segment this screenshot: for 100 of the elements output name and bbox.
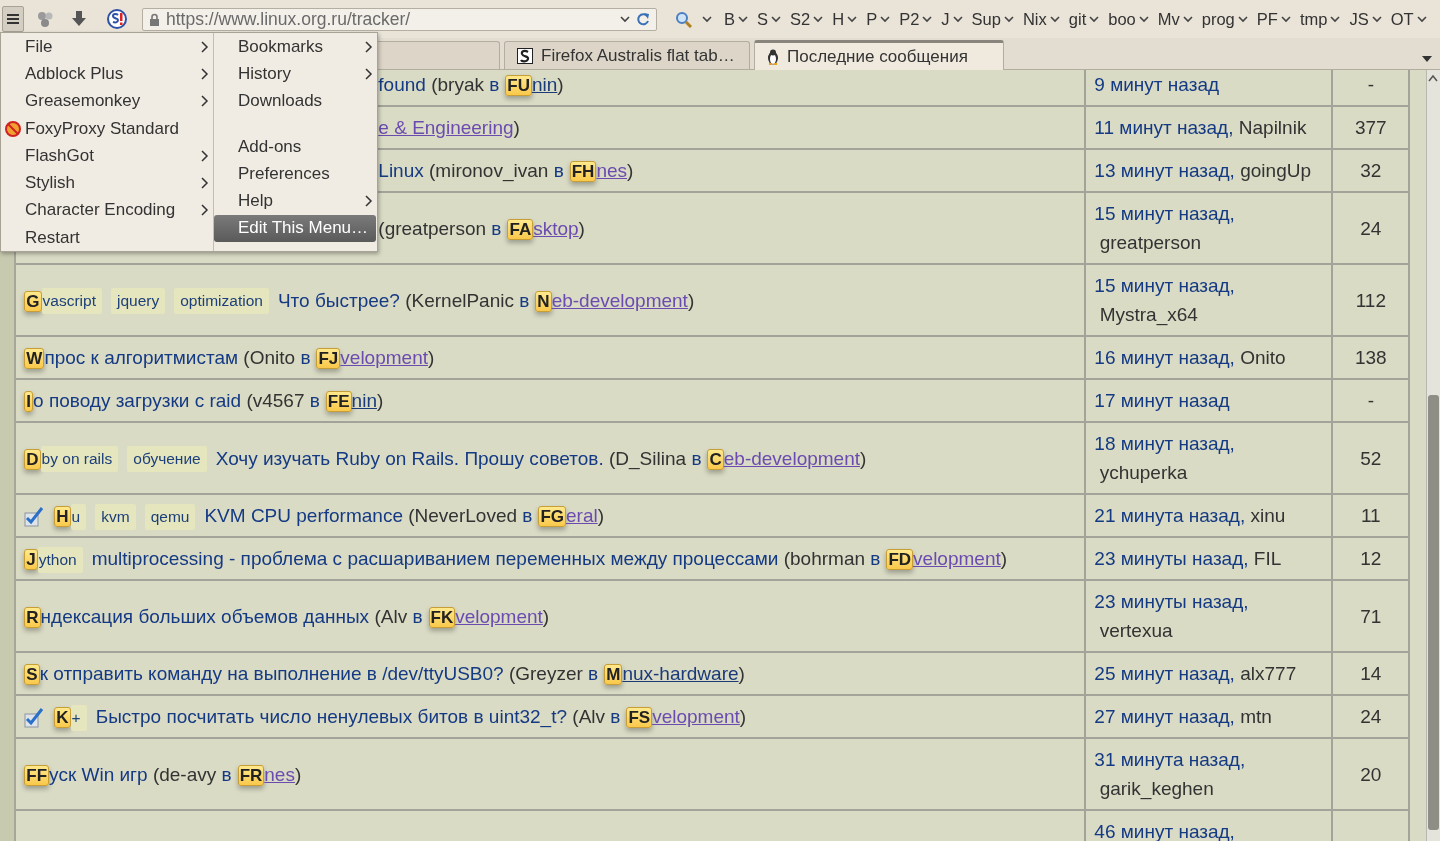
time-link[interactable]: 23 минуты назад, [1094, 548, 1249, 569]
scroll-up-icon[interactable] [1428, 74, 1439, 82]
tag[interactable]: qemu [144, 504, 196, 530]
tag[interactable]: + [70, 705, 87, 731]
tag[interactable]: u [70, 504, 87, 530]
hint-label[interactable]: FE [325, 391, 352, 413]
time-link[interactable]: 23 минуты назад, [1094, 591, 1249, 612]
bookmark-folder[interactable]: git [1068, 9, 1100, 29]
hint-label[interactable]: FR [237, 765, 265, 786]
hint-label[interactable]: K [54, 707, 71, 729]
section-link[interactable]: velopment [340, 347, 428, 368]
tab[interactable]: Последние сообщения [754, 40, 1004, 70]
menu-item[interactable]: Bookmarks [214, 33, 377, 61]
hint-label[interactable]: C [707, 449, 724, 470]
bookmark-folder[interactable]: S [757, 9, 782, 29]
menu-item[interactable]: Adblock Plus [1, 60, 213, 88]
menu-item[interactable]: Restart [1, 224, 213, 252]
topic-link[interactable]: KVM CPU performance [204, 505, 403, 526]
hint-label[interactable]: FU [505, 75, 532, 97]
time-link[interactable]: 16 минут назад, [1094, 347, 1235, 368]
hint-label[interactable]: J [24, 549, 38, 571]
hint-label[interactable]: H [54, 506, 71, 528]
bookmark-folder[interactable]: J [941, 9, 963, 29]
hint-label[interactable]: FA [507, 219, 534, 240]
topic-link[interactable]: found [378, 74, 426, 95]
topic-link[interactable]: Linux [378, 160, 424, 181]
menu-item[interactable]: Edit This Menu… [214, 214, 376, 243]
hint-label[interactable]: FD [886, 549, 914, 571]
section-link[interactable]: eb-development [551, 289, 688, 311]
bookmark-folder[interactable]: JS [1349, 9, 1382, 29]
hint-label[interactable]: FK [428, 607, 456, 628]
menu-item[interactable]: Stylish [1, 169, 213, 197]
hint-label[interactable]: W [24, 348, 45, 370]
time-link[interactable]: 11 минут назад, [1094, 117, 1234, 138]
bookmark-folder[interactable]: Mv [1157, 9, 1193, 29]
topic-link[interactable]: уск Win игр [49, 763, 148, 785]
hint-label[interactable]: FH [569, 161, 597, 183]
menu-item[interactable]: File [1, 33, 213, 61]
hint-label[interactable]: FF [24, 765, 50, 786]
bookmark-folder[interactable]: prog [1201, 9, 1248, 29]
topic-link[interactable]: Хочу изучать Ruby on Rails. Прошу советов. [215, 447, 604, 469]
hint-label[interactable]: M [604, 664, 623, 686]
tag[interactable]: by on rails [40, 446, 119, 473]
tag[interactable]: обучение [127, 446, 207, 473]
tag[interactable]: kvm [95, 504, 136, 530]
time-link[interactable]: 18 минут назад, [1094, 433, 1235, 454]
topic-link[interactable]: к отправить команду на выполнение в /dev/ttyUSB0? [39, 663, 504, 684]
time-link[interactable]: 15 минут назад, [1094, 203, 1235, 224]
menu-item[interactable]: Character Encoding [1, 196, 213, 225]
bookmark-folder[interactable]: PF [1256, 9, 1291, 29]
section-link[interactable]: velopment [455, 605, 543, 627]
bookmark-folder[interactable]: Sup [971, 9, 1014, 29]
menu-item[interactable]: Add-ons [214, 132, 377, 161]
menu-button[interactable] [2, 6, 24, 32]
bookmark-folder[interactable]: boo [1108, 9, 1149, 29]
search-button[interactable] [675, 10, 712, 28]
menu-item[interactable]: FoxyProxy Standard [1, 114, 213, 143]
time-link[interactable]: 31 минута назад, [1094, 749, 1246, 770]
section-link[interactable]: velopment [913, 548, 1001, 569]
section-link[interactable]: eb-development [723, 447, 860, 469]
section-link[interactable]: sktop [533, 217, 579, 239]
time-link[interactable]: 9 минут назад [1094, 74, 1220, 95]
time-link[interactable]: 27 минут назад, [1094, 706, 1235, 727]
hint-label[interactable]: I [24, 391, 34, 413]
hint-label[interactable]: G [24, 291, 42, 312]
section-link[interactable]: nin [532, 74, 558, 95]
address-field[interactable]: https://www.linux.org.ru/tracker/ [142, 7, 657, 31]
topic-link[interactable]: Быстро посчитать число ненулевых битов в uint32_t? [95, 706, 568, 727]
hint-label[interactable]: D [24, 449, 41, 470]
bookmark-folder[interactable]: S2 [790, 9, 824, 29]
tag[interactable]: ython [37, 547, 83, 573]
bookmark-folder[interactable]: OT [1390, 9, 1427, 29]
time-link[interactable]: 21 минута назад, [1094, 505, 1246, 526]
bookmark-folder[interactable]: B [724, 9, 748, 29]
section-link[interactable]: eral [566, 505, 598, 526]
hint-label[interactable]: S [24, 664, 40, 686]
menu-item[interactable]: Preferences [214, 160, 377, 188]
hint-label[interactable]: R [24, 607, 41, 628]
section-link[interactable]: nin [351, 390, 377, 411]
time-link[interactable]: 15 минут назад, [1094, 275, 1235, 296]
tag[interactable]: vascript [41, 288, 102, 315]
section-link[interactable]: nux-hardware [622, 663, 739, 684]
time-link[interactable]: 25 минут назад, [1094, 663, 1235, 684]
topic-link[interactable]: прос к алгоритмистам [44, 347, 239, 368]
topic-link[interactable]: о поводу загрузки с raid [33, 390, 242, 411]
bookmark-folder[interactable]: H [832, 9, 858, 29]
topic-link[interactable]: Что быстрее? [277, 289, 400, 311]
bookmark-folder[interactable]: Nix [1022, 9, 1060, 29]
topic-link[interactable]: ндексация больших объемов данных [40, 605, 370, 627]
scrollbar-thumb[interactable] [1427, 395, 1439, 830]
hint-label[interactable]: FS [626, 707, 653, 729]
bookmark-folder[interactable]: P2 [899, 9, 933, 29]
menu-item[interactable]: Downloads [214, 87, 377, 115]
menu-item[interactable]: Greasemonkey [1, 87, 213, 115]
section-link[interactable]: e & Engineering [378, 117, 514, 138]
tag[interactable]: optimization [174, 288, 269, 315]
topic-link[interactable]: multiprocessing - проблема с расшариванием переменных между процессами [91, 548, 779, 569]
hint-label[interactable]: N [535, 291, 552, 312]
menu-item[interactable]: Help [214, 187, 377, 215]
bookmark-folder[interactable]: tmp [1299, 9, 1341, 29]
